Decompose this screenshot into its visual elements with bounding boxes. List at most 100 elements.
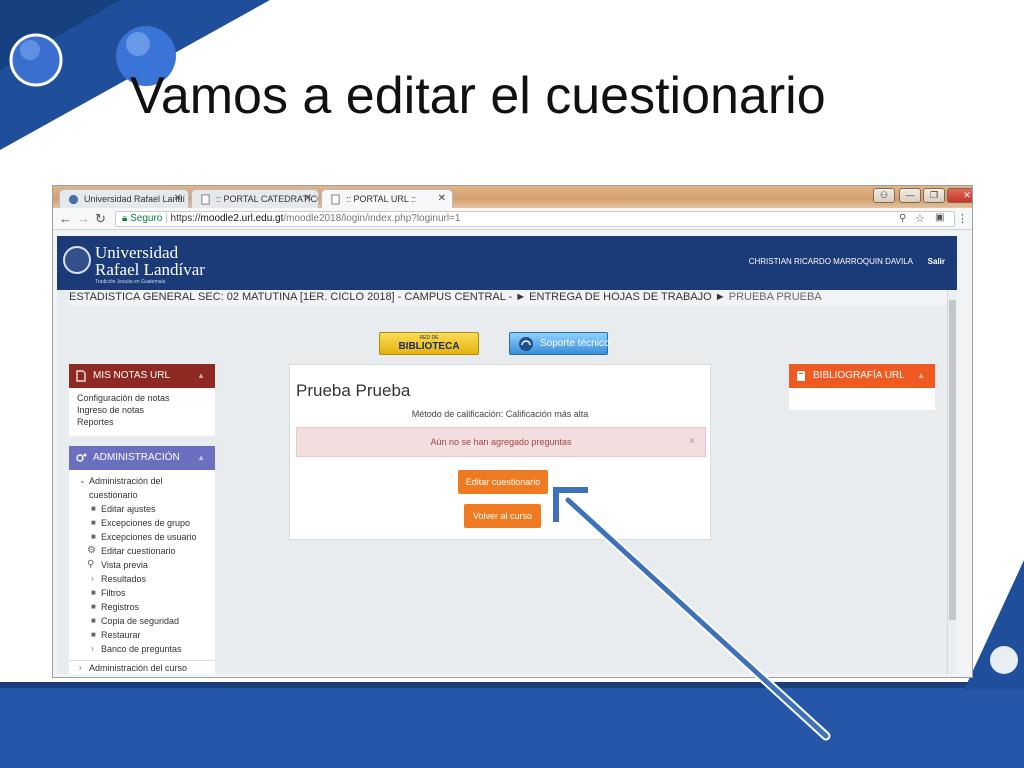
- slide-decoration-right: [964, 560, 1024, 690]
- maximize-icon[interactable]: ❐: [923, 188, 945, 203]
- bookmark-star-icon[interactable]: ☆: [915, 212, 925, 225]
- admin-block-title: ADMINISTRACIÓN: [93, 452, 180, 463]
- grading-method: Método de calificación: Calificación más…: [411, 409, 589, 419]
- chevron-right-icon: ›: [79, 663, 82, 672]
- admin-block-header[interactable]: ADMINISTRACIÓN ▲: [69, 446, 215, 470]
- close-tab-icon[interactable]: ✕: [438, 193, 446, 204]
- logout-link[interactable]: Salir: [928, 257, 945, 266]
- library-button-label: BIBLIOTECA: [398, 341, 460, 352]
- collapse-icon[interactable]: ▲: [197, 446, 205, 470]
- tech-support-label: Soporte técnico: [540, 338, 610, 349]
- admin-item-label: Editar cuestionario: [101, 546, 176, 556]
- extension-icon[interactable]: ▣: [935, 212, 944, 223]
- admin-item-excepciones-grupo[interactable]: ■ Excepciones de grupo: [69, 516, 215, 530]
- logo-line-1: Universidad: [95, 243, 179, 262]
- admin-item-registros[interactable]: ■ Registros: [69, 600, 215, 614]
- chevron-right-icon: ›: [91, 644, 94, 653]
- expanded-chevron-icon: ⌄: [79, 476, 86, 485]
- secure-label: Seguro: [130, 213, 163, 224]
- url-scheme: https://: [170, 213, 201, 224]
- edit-quiz-button[interactable]: Editar cuestionario: [458, 470, 548, 494]
- moodle-page: Universidad Rafael Landívar Tradición Je…: [57, 236, 957, 674]
- scrollbar-thumb[interactable]: [949, 300, 956, 620]
- bullet-icon: ■: [91, 602, 96, 611]
- back-to-course-button[interactable]: Volver al curso: [464, 504, 541, 528]
- admin-item-label: Copia de seguridad: [101, 616, 180, 626]
- window-close-icon[interactable]: ✕: [947, 188, 972, 203]
- admin-item-label: Restaurar: [101, 630, 141, 640]
- collapse-icon[interactable]: ▲: [197, 364, 205, 388]
- tab-label: Universidad Rafael Landí: [84, 194, 186, 204]
- admin-section-quiz[interactable]: ⌄ Administración del: [69, 474, 215, 488]
- library-button[interactable]: RED DE BIBLIOTECA: [379, 332, 479, 355]
- bullet-icon: ■: [91, 588, 96, 597]
- gear-icon: ⚙: [87, 545, 96, 556]
- notas-link-config[interactable]: Configuración de notas: [77, 392, 207, 404]
- admin-section-quiz-cont: cuestionario: [69, 488, 215, 502]
- user-menu[interactable]: CHRISTIAN RICARDO MARROQUIN DAVILA: [749, 257, 913, 266]
- bullet-icon: ■: [91, 616, 96, 625]
- admin-item-restaurar[interactable]: ■ Restaurar: [69, 628, 215, 642]
- notas-block-header[interactable]: MIS NOTAS URL ▲: [69, 364, 215, 388]
- tab-label: :: PORTAL URL ::: [346, 194, 417, 204]
- tab-portal-url[interactable]: :: PORTAL URL :: ✕: [321, 189, 453, 208]
- admin-item-excepciones-usuario[interactable]: ■ Excepciones de usuario: [69, 530, 215, 544]
- breadcrumb-current: PRUEBA PRUEBA: [728, 291, 822, 303]
- notas-block-title: MIS NOTAS URL: [93, 370, 171, 381]
- admin-section-curso[interactable]: › Administración del curso: [69, 660, 215, 674]
- biblio-block-title: BIBLIOGRAFÍA URL: [813, 370, 905, 381]
- reload-icon[interactable]: ↻: [95, 211, 106, 227]
- browser-window: Universidad Rafael Landí ✕ :: PORTAL CAT…: [52, 185, 973, 678]
- admin-item-copia-seguridad[interactable]: ■ Copia de seguridad: [69, 614, 215, 628]
- slide-bottom-band: [0, 688, 1024, 768]
- page-icon: [331, 194, 340, 205]
- dismiss-alert-icon[interactable]: ×: [689, 428, 695, 456]
- admin-item-label: Vista previa: [101, 560, 148, 570]
- no-questions-alert: Aún no se han agregado preguntas ×: [296, 427, 706, 457]
- document-icon: [76, 370, 86, 382]
- zoom-icon[interactable]: ⚲: [899, 213, 906, 224]
- headset-icon: [519, 337, 533, 351]
- admin-item-label: Registros: [101, 602, 140, 612]
- menu-dots-icon[interactable]: ⋮: [957, 212, 968, 225]
- admin-item-editar-cuestionario[interactable]: ⚙ Editar cuestionario: [69, 544, 215, 558]
- magnifier-icon: ⚲: [87, 559, 95, 570]
- notas-link-ingreso[interactable]: Ingreso de notas: [77, 404, 207, 416]
- lock-icon: 🔒︎: [122, 213, 131, 224]
- quiz-title: Prueba Prueba: [296, 381, 411, 400]
- biblio-block-header[interactable]: BIBLIOGRAFÍA URL ▲: [789, 364, 935, 388]
- minimize-icon[interactable]: —: [899, 188, 921, 203]
- tech-support-button[interactable]: Soporte técnico: [509, 332, 610, 355]
- page-scrollbar[interactable]: [947, 290, 957, 674]
- globe-icon: [68, 194, 79, 205]
- admin-section-label: Administración del curso: [89, 663, 188, 673]
- forward-arrow-icon[interactable]: →: [77, 211, 90, 226]
- url-input[interactable]: 🔒︎ Seguro | https://moodle2.url.edu.gt/m…: [115, 211, 955, 227]
- admin-item-resultados[interactable]: › Resultados: [69, 572, 215, 586]
- admin-item-filtros[interactable]: ■ Filtros: [69, 586, 215, 600]
- admin-item-label: Excepciones de grupo: [101, 518, 191, 528]
- tab-universidad[interactable]: Universidad Rafael Landí ✕: [59, 189, 189, 208]
- admin-item-editar-ajustes[interactable]: ■ Editar ajustes: [69, 502, 215, 516]
- url-domain: moodle2.url.edu.gt: [200, 213, 284, 224]
- admin-item-label: Filtros: [101, 588, 126, 598]
- university-logo[interactable]: Universidad Rafael Landívar Tradición Je…: [63, 243, 205, 285]
- close-tab-icon[interactable]: ✕: [304, 193, 312, 204]
- user-profile-icon[interactable]: ⚇: [873, 188, 895, 203]
- admin-item-banco-preguntas[interactable]: › Banco de preguntas: [69, 642, 215, 656]
- url-path: /moodle2018/login/index.php?loginurl=1: [283, 213, 461, 224]
- tab-portal-catedratico[interactable]: :: PORTAL CATEDRATICO ✕: [191, 189, 319, 208]
- admin-section-line-2: cuestionario: [89, 490, 138, 500]
- admin-item-label: Editar ajustes: [101, 504, 156, 514]
- admin-item-vista-previa[interactable]: ⚲ Vista previa: [69, 558, 215, 572]
- back-arrow-icon[interactable]: ←: [59, 211, 72, 226]
- quiz-card: Prueba Prueba Método de calificación: Ca…: [289, 364, 711, 540]
- close-tab-icon[interactable]: ✕: [174, 193, 182, 204]
- breadcrumb-path[interactable]: ESTADISTICA GENERAL SEC: 02 MATUTINA [1E…: [69, 291, 726, 303]
- notas-link-reportes[interactable]: Reportes: [77, 416, 207, 428]
- collapse-icon[interactable]: ▲: [917, 364, 925, 388]
- bullet-icon: ■: [91, 532, 96, 541]
- gears-icon: [76, 453, 87, 462]
- biblio-block: BIBLIOGRAFÍA URL ▲: [789, 364, 935, 410]
- address-bar: ← → ↻ 🔒︎ Seguro | https://moodle2.url.ed…: [53, 208, 972, 230]
